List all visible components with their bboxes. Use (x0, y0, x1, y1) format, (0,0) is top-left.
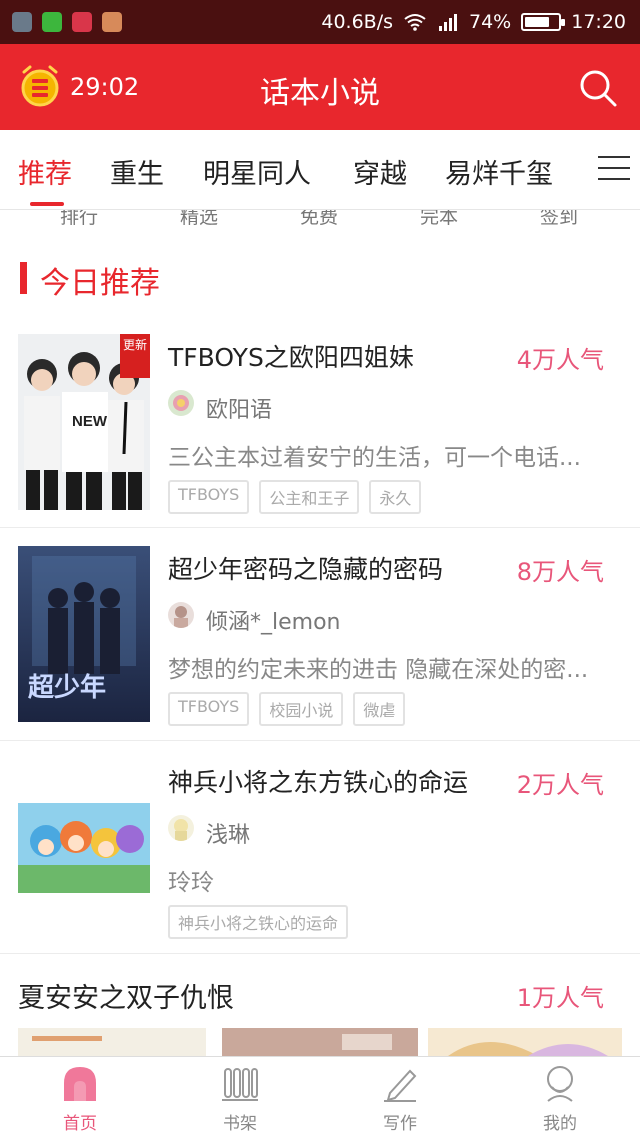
featured-image[interactable] (222, 1028, 418, 1056)
network-speed: 40.6B/s (321, 11, 393, 33)
author-avatar (168, 390, 194, 416)
profile-icon (547, 1066, 573, 1102)
book-tag[interactable]: 神兵小将之铁心的运命 (168, 905, 349, 939)
book-tags: TFBOYS 校园小说 微虐 (168, 692, 406, 726)
book-tag[interactable]: TFBOYS (168, 692, 250, 726)
svg-text:NEW: NEW (72, 413, 108, 430)
book-description: 三公主本过着安宁的生活，可一个电话... (168, 445, 581, 471)
author-avatar (168, 602, 194, 628)
update-badge: 更新 (120, 334, 150, 378)
nav-home[interactable]: 首页 (40, 1063, 120, 1134)
book-title[interactable]: TFBOYS之欧阳四姐妹 (168, 338, 414, 374)
gallery-notification-icon (12, 12, 32, 32)
tab-rebirth[interactable]: 重生 (110, 152, 164, 191)
status-bar: 40.6B/s 74% 17:20 (0, 0, 640, 44)
battery-level (525, 17, 549, 27)
wechat-notification-icon (42, 12, 62, 32)
book-item[interactable]: NEW 更新 TFBOYS之欧阳四姐妹 4万人气 欧阳语 三公主本过着安宁的生活… (0, 314, 640, 528)
book-description: 梦想的约定未来的进击 隐藏在深处的密... (168, 657, 589, 683)
clock: 17:20 (571, 11, 626, 33)
wifi-icon (404, 14, 426, 31)
pencil-icon (384, 1069, 417, 1102)
featured-image[interactable] (428, 1028, 622, 1056)
book-popularity: 4万人气 (516, 346, 604, 374)
book-tags: 神兵小将之铁心的运命 (168, 905, 349, 939)
author-avatar (168, 815, 194, 841)
home-icon (64, 1067, 96, 1101)
book-tag[interactable]: 微虐 (353, 692, 406, 726)
book-title[interactable]: 超少年密码之隐藏的密码 (168, 550, 443, 586)
app-title: 话本小说 (260, 76, 380, 111)
book-cover[interactable]: NEW 更新 (18, 334, 150, 510)
featured-popularity: 1万人气 (516, 984, 604, 1012)
tab-celebrity-fanfic[interactable]: 明星同人 (203, 152, 311, 191)
quick-link-free[interactable]: 免费 (300, 210, 338, 229)
bookshelf-icon (222, 1068, 258, 1101)
nav-label: 书架 (223, 1114, 257, 1134)
section-marker (20, 262, 27, 294)
book-item[interactable]: 超少年 超少年密码之隐藏的密码 8万人气 倾涵*_lemon 梦想的约定未来的进… (0, 528, 640, 741)
avatar-notification-icon (102, 12, 122, 32)
quick-link-completed[interactable]: 完本 (420, 210, 458, 229)
category-tabs: 推荐 重生 明星同人 穿越 易烊千玺 (0, 130, 640, 210)
featured-title[interactable]: 夏安安之双子仇恨 (18, 976, 234, 1015)
book-tag[interactable]: TFBOYS (168, 480, 250, 514)
section-title: 今日推荐 (40, 266, 160, 301)
search-icon[interactable] (578, 68, 618, 108)
featured-image[interactable] (18, 1028, 206, 1056)
nav-profile[interactable]: 我的 (520, 1063, 600, 1134)
tab-recommend[interactable]: 推荐 (18, 152, 72, 191)
quick-links: 排行 精选 免费 完本 签到 (0, 210, 640, 232)
quick-link-ranking[interactable]: 排行 (60, 210, 98, 229)
book-tag[interactable]: 校园小说 (259, 692, 344, 726)
book-description: 玲玲 (168, 870, 214, 896)
book-cover[interactable] (18, 803, 150, 893)
book-tags: TFBOYS 公主和王子 永久 (168, 480, 422, 514)
book-popularity: 8万人气 (516, 558, 604, 586)
nav-write[interactable]: 写作 (360, 1063, 440, 1134)
book-author[interactable]: 浅琳 (206, 817, 250, 849)
active-tab-indicator (30, 202, 64, 206)
book-tag[interactable]: 公主和王子 (259, 480, 360, 514)
book-cover[interactable]: 超少年 (18, 546, 150, 722)
tab-jackson-yee[interactable]: 易烊千玺 (445, 152, 553, 191)
svg-text:超少年: 超少年 (28, 672, 106, 703)
bottom-navigation: 首页 书架 写作 我的 (0, 1056, 640, 1138)
quick-link-featured[interactable]: 精选 (180, 210, 218, 229)
notification-icons (12, 12, 122, 32)
nav-label: 首页 (63, 1114, 97, 1134)
app-bar: 29:02 话本小说 (0, 44, 640, 130)
quick-link-checkin[interactable]: 签到 (540, 210, 578, 229)
battery-icon (521, 13, 566, 31)
tab-time-travel[interactable]: 穿越 (353, 152, 407, 191)
nav-bookshelf[interactable]: 书架 (200, 1063, 280, 1134)
book-tag[interactable]: 永久 (369, 480, 422, 514)
book-author[interactable]: 倾涵*_lemon (206, 604, 340, 636)
book-popularity: 2万人气 (516, 771, 604, 799)
book-title[interactable]: 神兵小将之东方铁心的命运 (168, 763, 468, 799)
battery-percent: 74% (469, 11, 512, 33)
nav-label: 我的 (543, 1114, 577, 1134)
signal-icon (439, 14, 457, 31)
menu-icon[interactable] (598, 156, 630, 182)
app-notification-icon (72, 12, 92, 32)
nav-label: 写作 (383, 1114, 417, 1134)
book-author[interactable]: 欧阳语 (206, 392, 272, 424)
book-item[interactable]: 神兵小将之东方铁心的命运 2万人气 浅琳 玲玲 神兵小将之铁心的运命 (0, 741, 640, 954)
